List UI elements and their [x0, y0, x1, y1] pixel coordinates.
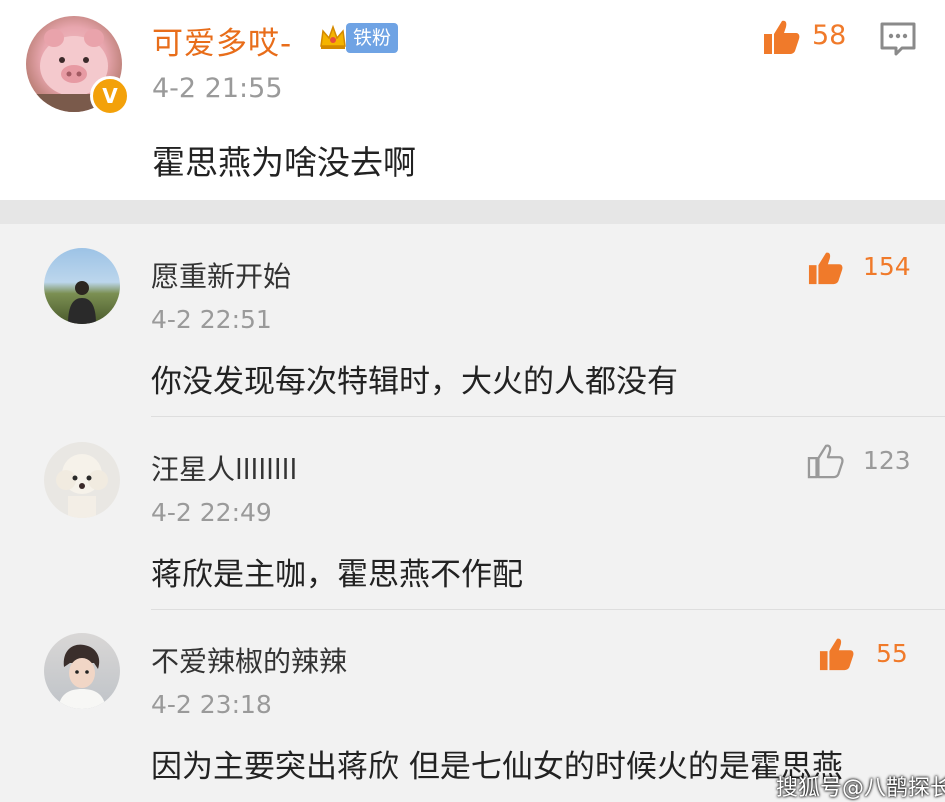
reply-username[interactable]: 汪星人llllllll [151, 448, 297, 488]
reply-like-count[interactable]: 123 [863, 446, 911, 475]
reply-time: 4-2 23:18 [151, 690, 272, 719]
crown-icon [320, 24, 346, 49]
main-comment-text: 霍思燕为啥没去啊 [152, 143, 416, 182]
reply-time: 4-2 22:51 [151, 305, 272, 334]
reply-avatar[interactable] [44, 633, 120, 709]
reply-divider [151, 609, 945, 610]
reply-text: 蒋欣是主咖，霍思燕不作配 [151, 557, 523, 593]
reply-time: 4-2 22:49 [151, 498, 272, 527]
reply-avatar[interactable] [44, 442, 120, 518]
thumbs-up-icon[interactable] [818, 636, 856, 672]
watermark-text: 搜狐号@八鹊探长 [776, 776, 945, 801]
reply-like-count[interactable]: 154 [863, 252, 911, 281]
thumbs-up-icon[interactable] [807, 250, 845, 286]
fan-badge: 铁粉 [346, 23, 399, 53]
main-comment: V 可爱多哎- 铁粉 4-2 21:55 霍思燕为啥没去啊 58 [0, 0, 945, 200]
reply-like-count[interactable]: 55 [876, 639, 908, 668]
reply-username[interactable]: 愿重新开始 [151, 255, 291, 295]
reply-comment-icon[interactable] [878, 20, 918, 58]
main-comment-like-count[interactable]: 58 [812, 20, 846, 51]
thumbs-up-icon[interactable] [807, 443, 845, 479]
main-comment-time: 4-2 21:55 [152, 73, 283, 104]
thumbs-up-icon[interactable] [762, 18, 802, 56]
main-comment-username[interactable]: 可爱多哎- [152, 18, 292, 63]
reply-divider [151, 416, 945, 417]
reply-text: 你没发现每次特辑时，大火的人都没有 [151, 364, 678, 400]
reply-avatar[interactable] [44, 248, 120, 324]
section-separator [0, 200, 945, 224]
verified-badge-icon: V [90, 76, 130, 116]
reply-username[interactable]: 不爱辣椒的辣辣 [151, 640, 347, 680]
reply-text: 因为主要突出蒋欣 但是七仙女的时候火的是霍思燕 [151, 749, 843, 785]
